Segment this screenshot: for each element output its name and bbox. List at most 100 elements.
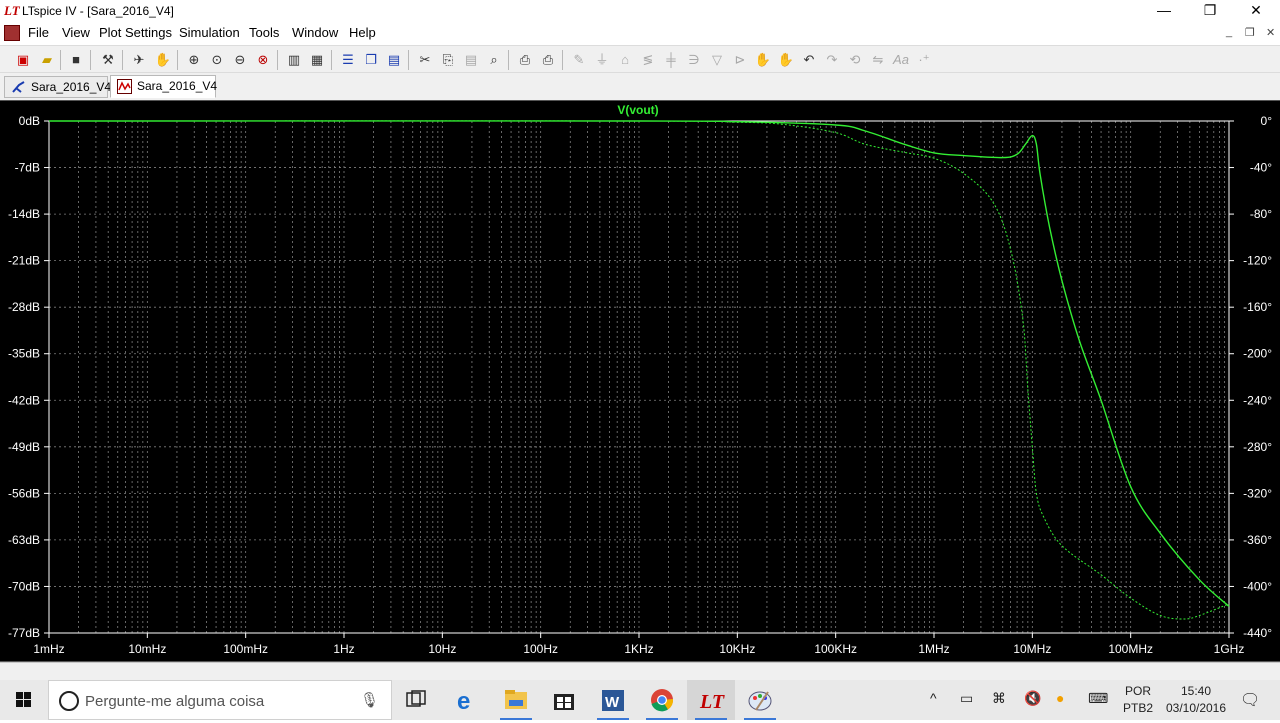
menu-simulation[interactable]: Simulation (179, 25, 240, 40)
zoom-full-icon[interactable]: ⊙ (208, 51, 226, 69)
x-axis-tick-label: 100mHz (223, 642, 268, 656)
show-hidden-icons-icon[interactable]: ^ (930, 690, 937, 706)
keyboard-layout[interactable]: PTB2 (1120, 701, 1156, 715)
input-language[interactable]: POR (1120, 684, 1156, 698)
waveform-plot[interactable]: 0dB -7dB -14dB -21dB -28dB -35dB -42dB -49dB -56… (0, 100, 1280, 662)
notification-app-icon[interactable]: ● (1056, 690, 1064, 706)
close-button[interactable]: ✕ (1233, 0, 1279, 22)
menu-file[interactable]: File (28, 25, 49, 40)
tab-waveform[interactable]: Sara_2016_V4 (110, 75, 217, 98)
status-bar (0, 662, 1280, 680)
search-box[interactable]: Pergunte-me alguma coisa 🎙 (48, 680, 392, 720)
menu-tools[interactable]: Tools (249, 25, 279, 40)
zoom-in-icon[interactable]: ⊕ (185, 51, 203, 69)
move-icon[interactable]: ✋ (754, 51, 772, 69)
chrome-button[interactable] (638, 680, 686, 720)
right-axis-tick-label: -160° (1243, 300, 1272, 314)
left-axis-tick-label: -35dB (8, 347, 40, 361)
x-axis-tick-label: 10MHz (1013, 642, 1051, 656)
menu-window[interactable]: Window (292, 25, 338, 40)
capacitor-icon[interactable]: ╪ (662, 51, 680, 69)
undo-icon[interactable]: ↶ (800, 51, 818, 69)
toolbar: ▣ ▰ ■ ⚒ ✈ ✋ ⊕ ⊙ ⊖ ⊗ ▥ ▦ ☰ ❐ ▤ ✂ ⎘ ▤ ⌕ ⎙ … (0, 45, 1280, 73)
pan-icon[interactable]: ✋ (154, 51, 172, 69)
x-axis-tick-label: 100MHz (1108, 642, 1153, 656)
resistor-icon[interactable]: ≶ (639, 51, 657, 69)
left-axis-tick-label: -28dB (8, 300, 40, 314)
clock-time[interactable]: 15:40 (1160, 684, 1232, 698)
clock-date[interactable]: 03/10/2016 (1160, 701, 1232, 715)
svg-text:LT: LT (699, 691, 725, 713)
mirror-icon[interactable]: ⇋ (869, 51, 887, 69)
menu-plot-settings[interactable]: Plot Settings (99, 25, 172, 40)
network-icon[interactable]: ⌘ (992, 690, 1006, 707)
run-icon[interactable]: ✈ (130, 51, 148, 69)
restore-button[interactable]: ❐ (1187, 0, 1233, 22)
right-axis-tick-label: -40° (1250, 161, 1272, 175)
mdi-restore-button[interactable]: ❐ (1245, 26, 1255, 39)
microphone-icon[interactable]: 🎙 (360, 691, 379, 709)
print-preview-icon[interactable]: ⎙ (516, 51, 534, 69)
tab-label: Sara_2016_V4 (31, 80, 112, 94)
keyboard-icon[interactable]: ⌨ (1088, 690, 1108, 707)
autorange-icon[interactable]: ▥ (285, 51, 303, 69)
menu-view[interactable]: View (62, 25, 90, 40)
battery-icon[interactable]: ▭ (960, 690, 973, 707)
zoom-to-fit-icon[interactable]: ▦ (308, 51, 326, 69)
file-explorer-button[interactable] (492, 680, 540, 720)
control-panel-icon[interactable]: ⚒ (99, 51, 117, 69)
tile-vertical-icon[interactable]: ▤ (385, 51, 403, 69)
action-center-icon[interactable]: 🗨 (1240, 690, 1260, 710)
label-net-icon[interactable]: ⌂ (616, 51, 634, 69)
windows-logo-icon (16, 692, 31, 707)
right-axis-tick-label: -440° (1243, 626, 1272, 640)
zoom-out-icon[interactable]: ⊖ (231, 51, 249, 69)
mdi-close-button[interactable]: ✕ (1266, 26, 1275, 39)
ltspice-button[interactable]: LT (687, 680, 735, 720)
ground-icon[interactable]: ⏚ (593, 51, 611, 69)
print-icon[interactable]: ⎙ (539, 51, 557, 69)
volume-muted-icon[interactable]: 🔇 (1024, 690, 1041, 707)
mdi-minimize-button[interactable]: _ (1226, 26, 1232, 38)
word-button[interactable]: W (589, 680, 637, 720)
new-schematic-icon[interactable]: ▣ (14, 51, 32, 69)
find-icon[interactable]: ⌕ (485, 51, 503, 69)
rotate-icon[interactable]: ⟲ (846, 51, 864, 69)
start-button[interactable] (0, 680, 48, 720)
left-axis-tick-label: -7dB (15, 161, 40, 175)
task-view-icon (406, 690, 426, 707)
tab-schematic[interactable]: Sara_2016_V4 (4, 76, 112, 98)
store-button[interactable] (540, 680, 588, 720)
inductor-icon[interactable]: ∋ (685, 51, 703, 69)
paint-button[interactable] (736, 680, 784, 720)
search-placeholder: Pergunte-me alguma coisa (85, 693, 265, 710)
save-icon[interactable]: ■ (67, 51, 85, 69)
plot-canvas[interactable]: 0dB -7dB -14dB -21dB -28dB -35dB -42dB -49dB -56… (0, 101, 1280, 663)
diode-icon[interactable]: ▽ (708, 51, 726, 69)
minimize-button[interactable]: — (1141, 0, 1187, 22)
right-axis-tick-label: -360° (1243, 533, 1272, 547)
cancel-zoom-icon[interactable]: ⊗ (254, 51, 272, 69)
paste-icon[interactable]: ▤ (462, 51, 480, 69)
left-axis-tick-label: -70dB (8, 579, 40, 593)
drag-icon[interactable]: ✋ (777, 51, 795, 69)
text-icon[interactable]: Aa (892, 51, 910, 69)
left-axis-tick-label: 0dB (19, 114, 40, 128)
component-icon[interactable]: ⊳ (731, 51, 749, 69)
wire-icon[interactable]: ✎ (570, 51, 588, 69)
x-axis-tick-label: 10Hz (428, 642, 456, 656)
task-view-button[interactable] (392, 680, 440, 720)
spice-directive-icon[interactable]: ·⁺ (915, 51, 933, 69)
open-icon[interactable]: ▰ (38, 51, 56, 69)
menu-help[interactable]: Help (349, 25, 376, 40)
copy-icon[interactable]: ⎘ (439, 51, 457, 69)
x-axis-tick-label: 1Hz (333, 642, 354, 656)
edge-button[interactable]: e (443, 680, 491, 720)
left-axis-tick-label: -63dB (8, 533, 40, 547)
cascade-icon[interactable]: ❐ (362, 51, 380, 69)
waveform-doc-icon[interactable] (4, 25, 20, 41)
document-tabs: Sara_2016_V4 Sara_2016_V4 (0, 73, 1280, 100)
redo-icon[interactable]: ↷ (823, 51, 841, 69)
cut-icon[interactable]: ✂ (416, 51, 434, 69)
tile-horizontal-icon[interactable]: ☰ (339, 51, 357, 69)
